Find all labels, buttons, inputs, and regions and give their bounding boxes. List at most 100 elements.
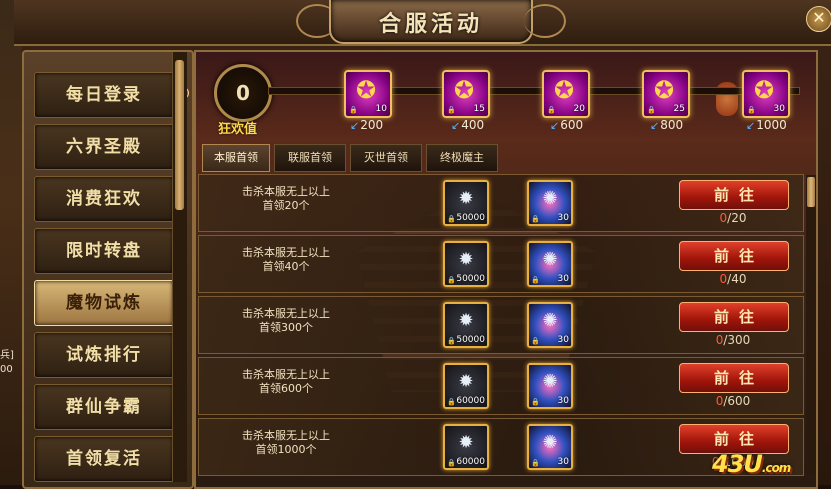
lock-icon: 🔒	[547, 106, 556, 114]
milestone-count: 30	[773, 104, 785, 114]
go-button[interactable]: 前往	[679, 180, 789, 210]
milestone-reward[interactable]: ✪ 🔒 15	[442, 70, 490, 118]
reward-item[interactable]: ✹ 🔒 50000	[443, 180, 489, 226]
reward-item[interactable]: ✹ 🔒 50000	[443, 241, 489, 287]
lock-icon: 🔒	[447, 276, 456, 284]
reward-item[interactable]: ✺ 🔒 30	[527, 180, 573, 226]
tab-ultimate-demon-lord[interactable]: 终极魔主	[426, 144, 498, 172]
blue-arrow-icon: ↙	[650, 119, 660, 132]
milestone-count: 25	[673, 104, 685, 114]
tab-world-destroyer-boss[interactable]: 灭世首领	[350, 144, 422, 172]
sidebar-item-spending-carnival[interactable]: 消费狂欢	[34, 176, 174, 222]
sidebar-item-trial-ranking[interactable]: 试炼排行	[34, 332, 174, 378]
milestone-reward[interactable]: ✪ 🔒 25	[642, 70, 690, 118]
sidebar-item-boss-revival[interactable]: 首领复活	[34, 436, 174, 482]
sidebar-item-daily-login[interactable]: 每日登录	[34, 72, 189, 118]
reward-item[interactable]: ✹ 🔒 50000	[443, 302, 489, 348]
sidebar-item-label: 群仙争霸	[66, 397, 142, 417]
sidebar-item-label: 首领复活	[66, 449, 142, 469]
crystal-orb-icon: ✹	[458, 249, 474, 270]
milestone-value-text: 400	[461, 118, 485, 132]
reward-item[interactable]: ✺ 🔒 30	[527, 241, 573, 287]
sidebar-item-immortal-contest[interactable]: 群仙争霸	[34, 384, 174, 430]
reward-count: 50000	[456, 335, 485, 345]
reward-count: 30	[557, 274, 569, 284]
tab-server-boss[interactable]: 本服首领	[202, 144, 270, 172]
sidebar-scrollbar[interactable]	[172, 52, 187, 482]
lock-icon: 🔒	[447, 337, 456, 345]
task-list-scroll-thumb[interactable]	[807, 177, 815, 207]
reward-item[interactable]: ✹ 🔒 60000	[443, 363, 489, 409]
treasure-bag-icon: ✪	[355, 76, 377, 104]
milestone-value: ↙200	[350, 118, 383, 132]
activity-sidebar: 每日登录 六界圣殿 消费狂欢 限时转盘 魔物试炼 试炼排行 群仙争霸 首领复活	[22, 50, 194, 489]
sidebar-item-label: 六界圣殿	[66, 137, 142, 157]
reward-item[interactable]: ✺ 🔒 30	[527, 302, 573, 348]
task-list-scrollbar[interactable]	[806, 175, 816, 475]
milestone-reward[interactable]: ✪ 🔒 30	[742, 70, 790, 118]
sidebar-item-label: 限时转盘	[66, 241, 142, 261]
milestone-value: ↙1000	[746, 118, 787, 132]
milestone-value: ↙800	[650, 118, 683, 132]
task-desc-line: 首领300个	[259, 321, 313, 334]
progress-total: /600	[723, 394, 751, 408]
task-progress: 0/20	[679, 211, 787, 225]
milestone-value: ↙600	[550, 118, 583, 132]
lock-icon: 🔒	[531, 398, 540, 406]
crystal-orb-icon: ✹	[458, 432, 474, 453]
reward-count: 30	[557, 335, 569, 345]
reward-count: 50000	[456, 213, 485, 223]
activity-panel: 0 狂欢值 ✪ 🔒 10 ↙200 ✪ 🔒 15 ↙ 400 ✪ 🔒 20 ↙60…	[194, 50, 818, 489]
ornament-right	[524, 4, 566, 38]
crystal-orb-icon: ✹	[458, 371, 474, 392]
carnival-score: 0	[214, 64, 272, 122]
fireworks-icon: ✺	[542, 432, 558, 453]
reward-item[interactable]: ✹ 🔒 60000	[443, 424, 489, 470]
close-button[interactable]: ✕	[806, 6, 831, 32]
carnival-score-label: 狂欢值	[218, 122, 258, 137]
task-description: 击杀本服无上以上 首领20个	[211, 185, 361, 213]
treasure-bag-icon: ✪	[453, 76, 475, 104]
blue-arrow-icon: ↙	[746, 119, 756, 132]
reward-item[interactable]: ✺ 🔒 30	[527, 424, 573, 470]
reward-item[interactable]: ✺ 🔒 30	[527, 363, 573, 409]
treasure-bag-icon: ✪	[553, 76, 575, 104]
progress-current: 0	[719, 211, 728, 225]
title-bar: 合服活动	[14, 0, 831, 46]
milestone-reward[interactable]: ✪ 🔒 20	[542, 70, 590, 118]
task-progress: 0/300	[679, 333, 787, 347]
lock-icon: 🔒	[531, 215, 540, 223]
world-text: 兵]	[0, 350, 14, 361]
treasure-bag-icon: ✪	[653, 76, 675, 104]
sidebar-scroll-thumb[interactable]	[175, 60, 184, 210]
task-description: 击杀本服无上以上 首领1000个	[211, 429, 361, 457]
lock-icon: 🔒	[447, 106, 456, 114]
milestone-value-text: 1000	[756, 118, 787, 132]
go-button[interactable]: 前往	[679, 241, 789, 271]
go-button[interactable]: 前往	[679, 302, 789, 332]
task-description: 击杀本服无上以上 首领40个	[211, 246, 361, 274]
sidebar-item-timed-wheel[interactable]: 限时转盘	[34, 228, 174, 274]
crystal-orb-icon: ✹	[458, 188, 474, 209]
sidebar-item-label: 魔物试炼	[66, 293, 142, 313]
reward-count: 50000	[456, 274, 485, 284]
progress-total: /300	[723, 333, 751, 347]
progress-current: 0	[719, 272, 728, 286]
blue-arrow-icon: ↙	[350, 119, 360, 132]
title-plate: 合服活动	[329, 0, 533, 44]
lock-icon: 🔒	[647, 106, 656, 114]
task-description: 击杀本服无上以上 首领600个	[211, 368, 361, 396]
go-button[interactable]: 前往	[679, 363, 789, 393]
task-desc-line: 击杀本服无上以上	[242, 246, 330, 259]
reward-count: 30	[557, 213, 569, 223]
game-world-background: 兵] 00	[0, 0, 22, 485]
tab-cross-server-boss[interactable]: 联服首领	[274, 144, 346, 172]
task-row: 击杀本服无上以上 首领40个 ✹ 🔒 50000 ✺ 🔒 30 前往 0/40	[198, 235, 804, 293]
reward-count: 30	[557, 457, 569, 467]
sidebar-item-six-realms-temple[interactable]: 六界圣殿	[34, 124, 174, 170]
milestone-reward[interactable]: ✪ 🔒 10	[344, 70, 392, 118]
treasure-bag-icon: ✪	[753, 76, 775, 104]
sidebar-item-monster-trial[interactable]: 魔物试炼	[34, 280, 174, 326]
task-desc-line: 首领20个	[262, 199, 310, 212]
lock-icon: 🔒	[531, 276, 540, 284]
